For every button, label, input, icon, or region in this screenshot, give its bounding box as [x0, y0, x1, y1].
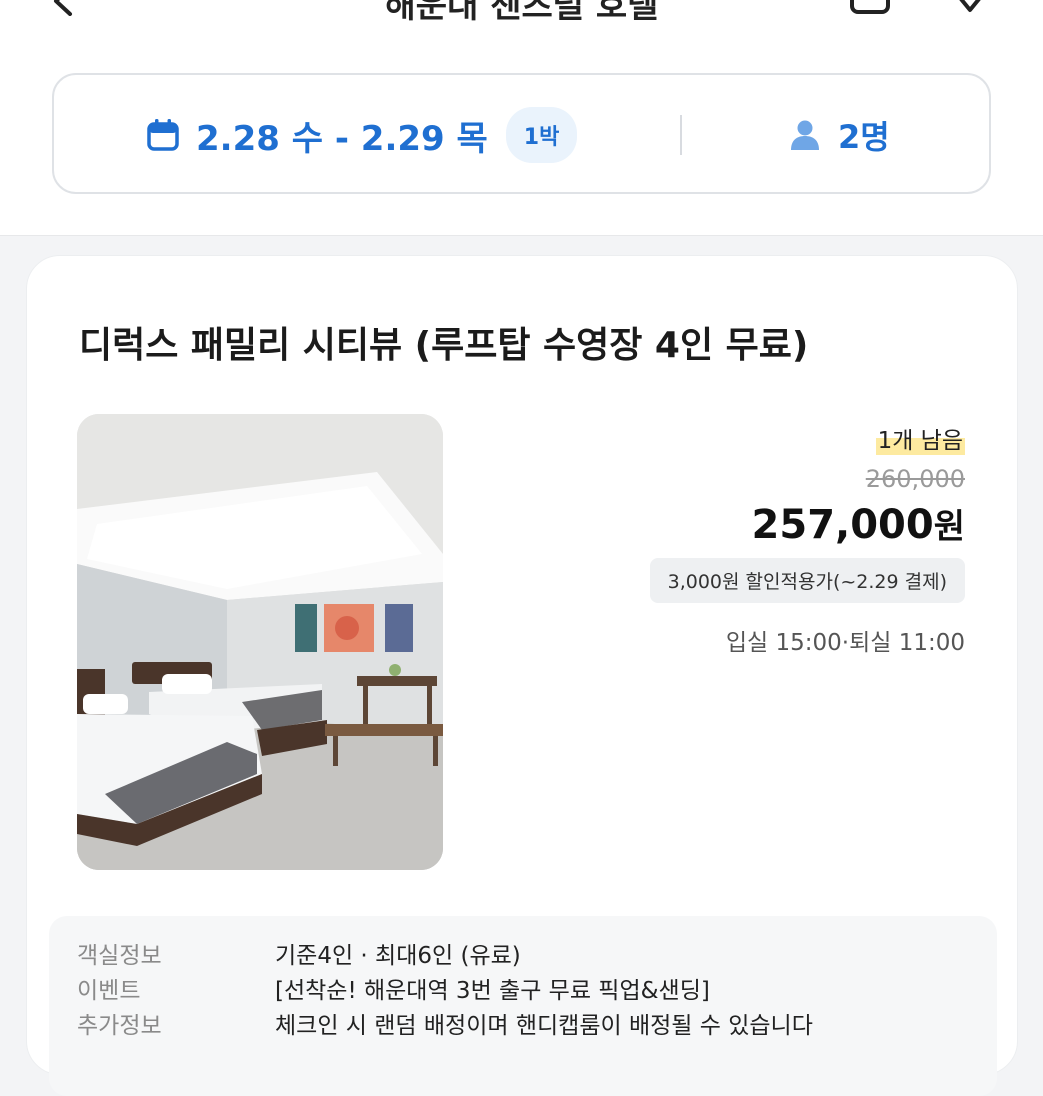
room-photo[interactable]	[77, 414, 443, 870]
detail-value: [선착순! 해운대역 3번 출구 무료 픽업&샌딩]	[275, 978, 710, 1004]
detail-label: 추가정보	[77, 1013, 162, 1039]
detail-value: 체크인 시 랜덤 배정이며 핸디캡룸이 배정될 수 있습니다	[275, 1013, 813, 1039]
room-title: 디럭스 패밀리 시티뷰 (루프탑 수영장 4인 무료)	[79, 325, 809, 366]
remaining-badge: 1개 남음	[875, 421, 965, 455]
date-guest-selector[interactable]: 2.28 수 - 2.29 목 1박 2명	[52, 73, 991, 194]
room-details: 객실정보 기준4인 · 최대6인 (유료) 이벤트 [선착순! 해운대역 3번 …	[49, 916, 997, 1096]
detail-label: 객실정보	[77, 943, 162, 969]
discount-chip: 3,000원 할인적용가(~2.29 결제)	[649, 558, 965, 603]
calendar-icon	[147, 119, 179, 151]
sale-price: 257,000	[751, 502, 934, 548]
detail-value: 기준4인 · 최대6인 (유료)	[275, 943, 521, 969]
price-row: 257,000원	[650, 499, 965, 548]
room-card[interactable]: 디럭스 패밀리 시티뷰 (루프탑 수영장 4인 무료) 1개 남음 260,00…	[26, 255, 1018, 1096]
nights-badge: 1박	[505, 107, 578, 163]
guest-count: 2명	[838, 118, 890, 156]
date-selector[interactable]: 2.28 수 - 2.29 목 1박	[146, 107, 578, 163]
person-icon	[791, 120, 819, 150]
original-price: 260,000	[865, 465, 965, 493]
guest-selector[interactable]: 2명	[788, 111, 890, 159]
share-icon[interactable]	[850, 0, 890, 16]
currency-label: 원	[933, 507, 965, 547]
top-bar: 해운대 센츠럴 호텔 2.28 수 - 2.29 목 1박 2명	[0, 0, 1043, 236]
checkin-checkout-times: 입실 15:00·퇴실 11:00	[725, 630, 965, 656]
heart-icon[interactable]	[948, 0, 992, 16]
detail-label: 이벤트	[77, 978, 141, 1004]
divider	[680, 115, 682, 155]
price-info: 1개 남음 260,000 257,000원 3,000원 할인적용가(~2.2…	[649, 421, 965, 657]
stay-dates: 2.28 수 - 2.29 목	[196, 118, 488, 159]
